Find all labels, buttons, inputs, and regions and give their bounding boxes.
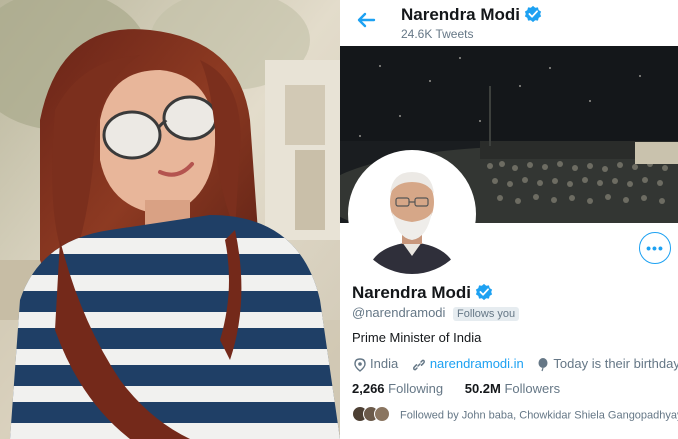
following-count: 2,266 (352, 381, 385, 396)
display-name-text: Narendra Modi (352, 283, 472, 302)
following-label: Following (388, 381, 444, 396)
display-name: Narendra Modi (352, 283, 493, 303)
location-pin-icon (354, 357, 366, 372)
back-arrow-icon[interactable] (354, 10, 380, 30)
followers-count: 50.2M (464, 381, 501, 396)
website-link[interactable]: narendramodi.in (430, 356, 524, 371)
mini-avatar (374, 406, 390, 422)
verified-badge-icon (524, 5, 542, 23)
followed-by-row[interactable]: Followed by John baba, Chowkidar Shiela … (352, 406, 678, 425)
birthday: Today is their birthday (553, 356, 678, 371)
following-stat[interactable]: 2,266 Following (352, 381, 443, 396)
twitter-profile-panel: Narendra Modi 24.6K Tweets ••• Narendra … (340, 0, 678, 439)
followers-label: Followers (504, 381, 561, 396)
handle-row: @narendramodi Follows you (352, 305, 520, 321)
followed-by-text: Followed by John baba, Chowkidar Shiela … (400, 409, 678, 422)
handle: @narendramodi (352, 305, 446, 320)
followed-by-avatars (352, 406, 390, 425)
more-options-button[interactable]: ••• (639, 232, 671, 264)
profile-header: Narendra Modi 24.6K Tweets (340, 0, 678, 47)
link-icon (412, 359, 425, 370)
header-name-text: Narendra Modi (401, 5, 521, 24)
follow-stats: 2,266 Following 50.2M Followers (352, 381, 578, 396)
birthday-balloon-icon (538, 357, 548, 371)
verified-badge-icon (475, 283, 493, 301)
more-options-icon: ••• (646, 240, 664, 256)
header-title: Narendra Modi (401, 5, 542, 25)
profile-meta: India narendramodi.in Today is their bir… (354, 356, 678, 372)
follows-you-badge: Follows you (453, 307, 520, 321)
bio: Prime Minister of India (352, 330, 482, 345)
followers-stat[interactable]: 50.2M Followers (465, 381, 560, 396)
avatar[interactable] (348, 150, 476, 278)
woman-photo (0, 0, 340, 439)
location: India (370, 356, 399, 371)
tweet-count: 24.6K Tweets (401, 27, 474, 41)
